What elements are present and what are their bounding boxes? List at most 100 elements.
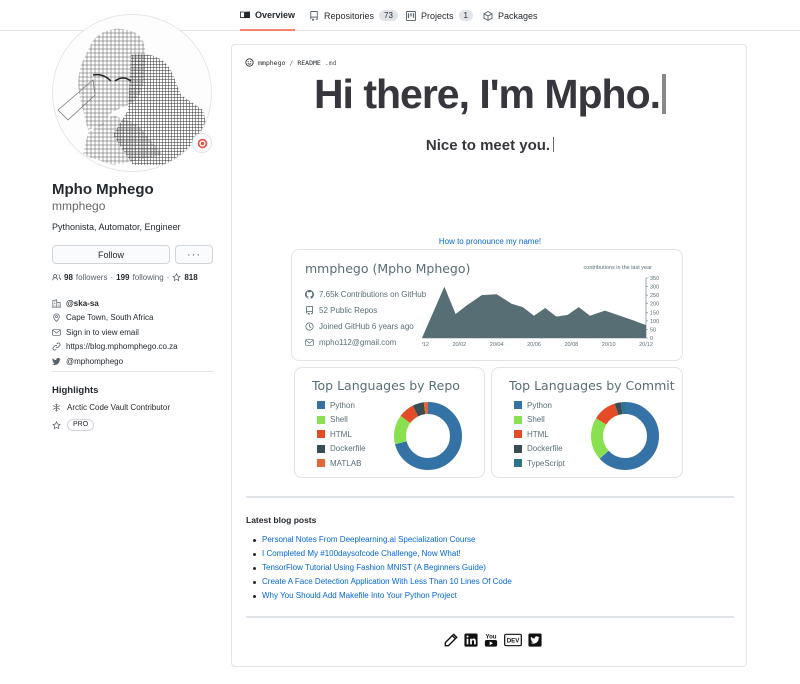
contributions-area bbox=[422, 286, 646, 338]
stat-joined: Joined GitHub 6 years ago bbox=[305, 318, 426, 334]
pencil-icon bbox=[444, 633, 458, 647]
twitter-item[interactable]: @mphomphego bbox=[52, 354, 178, 369]
follow-button[interactable]: Follow bbox=[52, 245, 170, 264]
blog-post-link[interactable]: Personal Notes From Deeplearning.ai Spec… bbox=[253, 535, 512, 549]
package-icon bbox=[483, 10, 493, 21]
x-tick-label: 20/08 bbox=[564, 342, 578, 348]
followers-count[interactable]: 98 bbox=[64, 273, 73, 282]
followers-label[interactable]: followers bbox=[76, 273, 108, 282]
y-tick-label: 100 bbox=[650, 319, 659, 325]
lang-name: Shell bbox=[527, 415, 545, 425]
avatar[interactable] bbox=[52, 14, 212, 172]
org-item[interactable]: @ska-sa bbox=[52, 296, 178, 311]
lang-commit-donut bbox=[591, 402, 659, 470]
x-tick-label: 19/12 bbox=[422, 342, 429, 348]
tab-overview[interactable]: Overview bbox=[240, 0, 296, 31]
lang-color-swatch bbox=[317, 401, 325, 410]
tab-repositories[interactable]: Repositories 73 bbox=[309, 0, 398, 31]
lang-commit-item: Shell bbox=[514, 413, 565, 428]
email-item[interactable]: Sign in to view email bbox=[52, 325, 178, 340]
x-tick-label: 20/12 bbox=[639, 342, 653, 348]
lang-name: TypeScript bbox=[527, 458, 565, 468]
y-tick-label: 300 bbox=[650, 285, 659, 291]
twitter-link[interactable] bbox=[528, 633, 542, 647]
contributions-chart: contributions in the last year0501001502… bbox=[422, 265, 659, 348]
lang-repo-item: MATLAB bbox=[317, 456, 366, 471]
following-count[interactable]: 199 bbox=[116, 273, 129, 282]
org-name: @ska-sa bbox=[66, 298, 99, 308]
stat-repos: 52 Public Repos bbox=[305, 302, 426, 318]
top-languages-commit-card[interactable]: Top Languages by Commit Python Shell HTM… bbox=[491, 367, 683, 478]
lang-name: HTML bbox=[330, 429, 352, 439]
lang-commit-legend: Python Shell HTML Dockerfile TypeScript bbox=[514, 398, 565, 471]
stats-email-text: mpho112@gmail.com bbox=[319, 337, 397, 347]
blog-post-link[interactable]: TensorFlow Tutorial Using Fashion MNIST … bbox=[253, 563, 512, 577]
typing-cursor bbox=[662, 74, 667, 114]
smiley-icon bbox=[245, 58, 254, 67]
linkedin-link[interactable] bbox=[464, 633, 478, 647]
people-icon bbox=[52, 274, 61, 281]
lang-commit-item: HTML bbox=[514, 427, 565, 442]
website-item[interactable]: https://blog.mphomphego.co.za bbox=[52, 340, 178, 355]
lang-color-swatch bbox=[317, 459, 325, 468]
organization-icon bbox=[52, 299, 61, 308]
following-label[interactable]: following bbox=[133, 273, 164, 282]
chart-caption: contributions in the last year bbox=[584, 265, 653, 271]
blog-post-list: Personal Notes From Deeplearning.ai Spec… bbox=[253, 535, 512, 605]
repo-icon bbox=[306, 305, 313, 315]
stars-count[interactable]: 818 bbox=[184, 273, 197, 282]
pronounce-link[interactable]: How to pronounce my name! bbox=[232, 237, 748, 246]
readme-subheading: Nice to meet you. bbox=[232, 137, 748, 154]
arctic-vault-item[interactable]: Arctic Code Vault Contributor bbox=[52, 403, 170, 412]
mail-icon bbox=[52, 329, 61, 336]
website-link[interactable]: https://blog.mphomphego.co.za bbox=[66, 342, 178, 351]
horizontal-rule bbox=[246, 496, 734, 498]
lang-name: Shell bbox=[330, 415, 348, 425]
location-text: Cape Town, South Africa bbox=[66, 313, 154, 323]
tab-projects[interactable]: Projects 1 bbox=[406, 0, 473, 31]
lang-color-swatch bbox=[514, 415, 522, 424]
blog-post-link[interactable]: Create A Face Detection Application With… bbox=[253, 577, 512, 591]
more-options-button[interactable]: ··· bbox=[175, 245, 213, 264]
highlights-title: Highlights bbox=[52, 385, 99, 396]
stats-list: 7.65k Contributions on GitHub 52 Public … bbox=[305, 286, 426, 350]
youtube-icon: You bbox=[484, 634, 498, 647]
target-status-icon bbox=[197, 138, 207, 148]
x-tick-label: 20/06 bbox=[527, 342, 541, 348]
y-tick-label: 250 bbox=[650, 293, 659, 299]
blog-post-link[interactable]: Why You Should Add Makefile Into Your Py… bbox=[253, 591, 512, 605]
lang-name: HTML bbox=[527, 429, 549, 439]
x-tick-label: 20/02 bbox=[452, 342, 466, 348]
youtube-link[interactable]: You bbox=[484, 633, 498, 647]
blog-post-link[interactable]: I Completed My #100daysofcode Challenge,… bbox=[253, 549, 512, 563]
readme-file-link[interactable]: README bbox=[297, 59, 320, 67]
location-pin-icon bbox=[53, 313, 60, 323]
profile-name: Mpho Mphego bbox=[52, 181, 154, 198]
twitter-handle[interactable]: @mphomphego bbox=[66, 357, 123, 366]
lang-repo-item: Dockerfile bbox=[317, 442, 366, 457]
lang-name: Dockerfile bbox=[330, 444, 366, 454]
status-button[interactable] bbox=[192, 133, 212, 153]
top-languages-repo-card[interactable]: Top Languages by Repo Python Shell HTML … bbox=[294, 367, 485, 478]
x-tick-label: 20/04 bbox=[490, 342, 504, 348]
lang-repo-title: Top Languages by Repo bbox=[312, 378, 460, 393]
follow-stats: 98 followers · 199 following · 818 bbox=[52, 273, 198, 282]
github-stats-card[interactable]: mmphego (Mpho Mphego) 7.65k Contribution… bbox=[291, 249, 683, 361]
email-text[interactable]: Sign in to view email bbox=[66, 328, 139, 337]
lang-commit-item: TypeScript bbox=[514, 456, 565, 471]
profile-bio: Pythonista, Automator, Engineer bbox=[52, 222, 181, 232]
dev-link[interactable]: DEV bbox=[504, 633, 522, 647]
tab-packages[interactable]: Packages bbox=[483, 0, 538, 31]
lang-color-swatch bbox=[317, 430, 325, 439]
readme-ext: .md bbox=[324, 58, 337, 67]
lang-name: Dockerfile bbox=[527, 444, 563, 454]
clock-icon bbox=[305, 321, 314, 331]
lang-color-swatch bbox=[317, 415, 325, 424]
blog-pencil-link[interactable] bbox=[444, 633, 458, 647]
horizontal-rule bbox=[246, 616, 734, 618]
readme-user-link[interactable]: mmphego bbox=[258, 59, 285, 67]
github-icon bbox=[305, 289, 314, 299]
avatar-portrait-image bbox=[53, 15, 211, 171]
pro-badge: PRO bbox=[67, 419, 95, 431]
youtube-wordmark: You bbox=[485, 634, 496, 641]
